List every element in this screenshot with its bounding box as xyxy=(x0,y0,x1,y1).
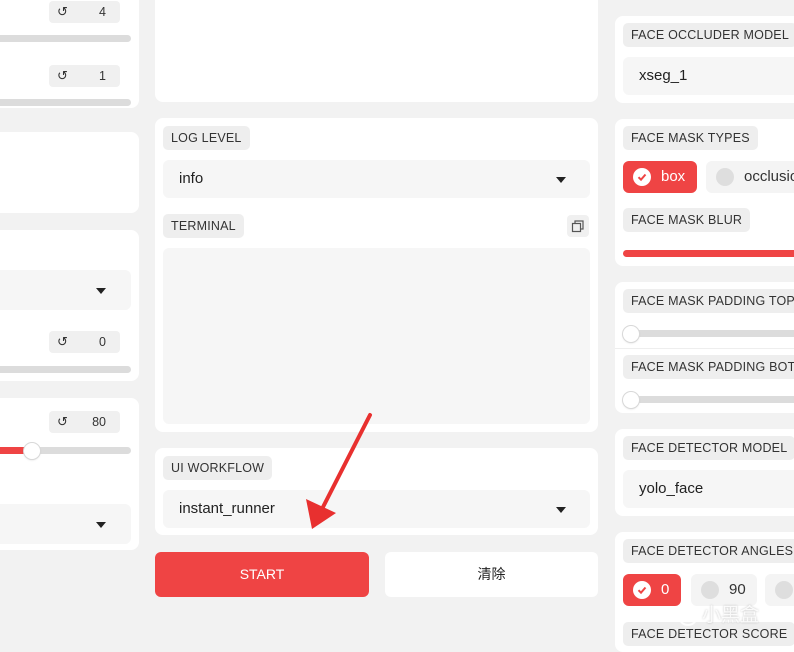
slider-b-value: 1 xyxy=(99,69,106,83)
face-mask-blur-label: FACE MASK BLUR xyxy=(623,208,751,232)
watermark: 小黑盒 xyxy=(678,600,759,627)
face-occluder-model-value: xseg_1 xyxy=(639,67,688,84)
chevron-down-icon xyxy=(556,177,566,183)
checkbox-unchecked-icon xyxy=(716,168,734,186)
preview-panel xyxy=(155,0,598,102)
slider-b-track[interactable] xyxy=(0,99,131,106)
log-level-dropdown[interactable]: info xyxy=(163,160,590,198)
reset-icon[interactable]: ↺ xyxy=(57,411,68,433)
reset-icon[interactable]: ↺ xyxy=(57,65,68,87)
ui-workflow-label: UI WORKFLOW xyxy=(163,456,273,480)
checkbox-unchecked-icon xyxy=(775,581,793,599)
copy-icon[interactable] xyxy=(567,215,589,237)
left-dropdown[interactable] xyxy=(0,270,131,310)
left-panel-sliders-top: ↺ 4 ↺ 1 xyxy=(0,0,139,108)
face-occluder-panel: FACE OCCLUDER MODEL xseg_1 xyxy=(615,16,794,103)
slider-c-number[interactable]: ↺ 0 xyxy=(49,331,120,353)
divider xyxy=(615,348,794,349)
log-level-value: info xyxy=(179,170,204,187)
log-level-label: LOG LEVEL xyxy=(163,126,250,150)
angle-0-option[interactable]: 0 xyxy=(623,574,681,606)
face-mask-panel: FACE MASK TYPES box occlusion FACE MASK … xyxy=(615,119,794,266)
slider-d-handle[interactable] xyxy=(24,443,40,459)
annotation-arrow xyxy=(306,413,372,529)
slider-d-number[interactable]: ↺ 80 xyxy=(49,411,120,433)
face-mask-padding-top-label: FACE MASK PADDING TOP xyxy=(623,289,794,313)
face-mask-types-label: FACE MASK TYPES xyxy=(623,126,758,150)
mask-type-occlusion-text: occlusion xyxy=(744,168,794,185)
left-panel-blank xyxy=(0,132,139,213)
slider-a-number[interactable]: ↺ 4 xyxy=(49,1,120,23)
chevron-down-icon xyxy=(96,288,106,294)
face-mask-padding-top-slider[interactable] xyxy=(623,330,794,337)
terminal-label: TERMINAL xyxy=(163,214,244,238)
mask-type-occlusion-option[interactable]: occlusion xyxy=(706,161,794,193)
chevron-down-icon xyxy=(556,507,566,513)
face-mask-blur-slider[interactable] xyxy=(623,250,794,257)
face-detector-angles-panel: FACE DETECTOR ANGLES 0 90 FACE DETECTOR … xyxy=(615,532,794,652)
face-mask-padding-bottom-handle[interactable] xyxy=(623,392,639,408)
face-occluder-model-dropdown[interactable]: xseg_1 xyxy=(623,57,794,95)
left-dropdown-2[interactable] xyxy=(0,504,131,544)
slider-b-number[interactable]: ↺ 1 xyxy=(49,65,120,87)
watermark-logo-icon xyxy=(678,605,698,626)
slider-a-track[interactable] xyxy=(0,35,131,42)
mask-type-box-option[interactable]: box xyxy=(623,161,697,193)
slider-c-track[interactable] xyxy=(0,366,131,373)
checkbox-checked-icon xyxy=(633,581,651,599)
terminal-output xyxy=(163,248,590,424)
left-panel-dropdown-slider: ↺ 0 xyxy=(0,230,139,381)
log-terminal-panel: LOG LEVEL info TERMINAL xyxy=(155,118,598,432)
clear-button[interactable]: 清除 xyxy=(385,552,598,597)
checkbox-checked-icon xyxy=(633,168,651,186)
mask-type-box-text: box xyxy=(661,168,686,185)
reset-icon[interactable]: ↺ xyxy=(57,331,68,353)
watermark-text: 小黑盒 xyxy=(702,605,760,626)
reset-icon[interactable]: ↺ xyxy=(57,1,68,23)
checkbox-unchecked-icon xyxy=(701,581,719,599)
face-detector-angles-label: FACE DETECTOR ANGLES xyxy=(623,539,794,563)
face-detector-model-panel: FACE DETECTOR MODEL yolo_face xyxy=(615,429,794,516)
slider-a-value: 4 xyxy=(99,5,106,19)
face-detector-model-value: yolo_face xyxy=(639,480,704,497)
angle-more-option[interactable] xyxy=(765,574,794,606)
ui-workflow-value: instant_runner xyxy=(179,500,275,517)
slider-d-value: 80 xyxy=(92,415,106,429)
face-detector-model-label: FACE DETECTOR MODEL xyxy=(623,436,794,460)
angle-0-text: 0 xyxy=(661,581,670,598)
face-detector-model-dropdown[interactable]: yolo_face xyxy=(623,470,794,508)
slider-c-value: 0 xyxy=(99,335,106,349)
face-mask-padding-bottom-label: FACE MASK PADDING BOTTOM xyxy=(623,355,794,379)
face-mask-padding-bottom-slider[interactable] xyxy=(623,396,794,403)
face-mask-padding-panel: FACE MASK PADDING TOP FACE MASK PADDING … xyxy=(615,282,794,413)
face-occluder-model-label: FACE OCCLUDER MODEL xyxy=(623,23,794,47)
face-mask-padding-top-handle[interactable] xyxy=(623,326,639,342)
left-panel-slider-dropdown: ↺ 80 xyxy=(0,398,139,550)
start-button[interactable]: START xyxy=(155,552,369,597)
chevron-down-icon xyxy=(96,522,106,528)
